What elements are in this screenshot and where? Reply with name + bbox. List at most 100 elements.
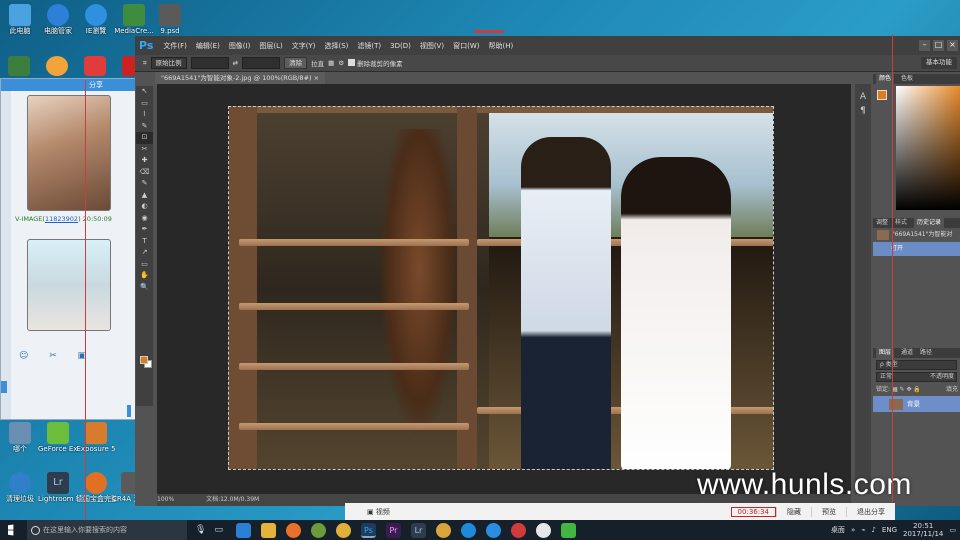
straighten-button[interactable]: 拉直 (311, 58, 324, 68)
minimize-button[interactable]: – (919, 40, 930, 51)
preview-button[interactable]: 预览 (811, 506, 846, 517)
crop-tool-icon[interactable]: ⌗ (143, 59, 147, 68)
history-item-open[interactable]: 打开 (873, 242, 960, 256)
healing-tool-icon[interactable]: ✚ (136, 155, 153, 167)
desktop-icon-box[interactable]: 德国宝盒完整版 (76, 472, 116, 503)
desktop-icon-geforce[interactable]: GeForce Experience (38, 422, 78, 453)
desktop-label[interactable]: 桌面 (831, 525, 845, 535)
color-fg-swatch[interactable] (877, 90, 887, 100)
menu-edit[interactable]: 编辑(E) (196, 41, 220, 51)
document-photo[interactable] (228, 106, 774, 470)
tab-history[interactable]: 历史记录 (914, 218, 945, 228)
history-snapshot[interactable]: "669A1541"为智能对 (873, 228, 960, 242)
move-tool-icon[interactable]: ↖ (136, 86, 153, 98)
desktop-icon-psd-file[interactable]: 9.psd (150, 4, 190, 35)
video-tab[interactable]: ▣ 视频 (367, 507, 390, 517)
menu-view[interactable]: 视图(V) (420, 41, 444, 51)
music-icon[interactable] (510, 522, 526, 538)
menu-help[interactable]: 帮助(H) (488, 41, 513, 51)
network-icon[interactable]: ⌁ (861, 526, 865, 534)
zoom-level[interactable]: 100% (157, 496, 174, 503)
send-button[interactable] (127, 405, 131, 417)
edge-icon[interactable] (235, 522, 251, 538)
desktop-icon-exposure[interactable]: Exposure 5 (76, 422, 116, 453)
crop-tool-icon[interactable]: ⊡ (136, 132, 153, 144)
gear-icon[interactable]: ⚙ (338, 59, 344, 67)
blur-tool-icon[interactable]: ▲ (136, 190, 153, 202)
grid-overlay-icon[interactable]: ▦ (328, 59, 334, 67)
desktop-icon-lightroom[interactable]: Lr Lightroom 5.7 64 位 (38, 472, 78, 503)
desktop-icon-cleaner[interactable]: 清理垃圾 (0, 472, 40, 503)
hand-tool-icon[interactable]: ✋ (136, 270, 153, 282)
task-view-icon[interactable]: ▭ (214, 525, 223, 535)
path-select-tool-icon[interactable]: ↗ (136, 247, 153, 259)
type-tool-icon[interactable]: T (136, 236, 153, 248)
menu-select[interactable]: 选择(S) (324, 41, 348, 51)
delete-cropped-checkbox[interactable]: 删除裁剪的像素 (348, 58, 403, 68)
photoshop-taskbar-icon[interactable]: Ps (360, 522, 376, 538)
workspace-select[interactable]: 基本功能 (921, 57, 957, 69)
eraser-tool-icon[interactable]: ⌫ (136, 167, 153, 179)
lasso-tool-icon[interactable]: ⌇ (136, 109, 153, 121)
qq-icon[interactable] (485, 522, 501, 538)
eyedropper-tool-icon[interactable]: ✂ (136, 144, 153, 156)
chat-image-2[interactable] (27, 239, 111, 331)
ime-indicator[interactable]: ENG (882, 526, 897, 534)
chat-image-1[interactable] (27, 95, 111, 211)
chat-icon[interactable] (535, 522, 551, 538)
clock[interactable]: 20:51 2017/11/14 (903, 522, 943, 538)
character-panel-icon[interactable]: A (855, 92, 871, 102)
tab-swatches[interactable]: 色板 (901, 74, 913, 84)
premiere-icon[interactable]: Pr (385, 522, 401, 538)
maximize-button[interactable]: □ (933, 40, 944, 51)
windows-start-icon[interactable] (8, 524, 14, 536)
desktop-icon-browser[interactable]: IE瀏覽 (76, 4, 116, 35)
volume-icon[interactable]: ♪ (871, 526, 875, 534)
wechat-icon[interactable] (560, 522, 576, 538)
hide-button[interactable]: 隐藏 (776, 506, 811, 517)
marquee-tool-icon[interactable]: ▭ (136, 98, 153, 110)
store-icon[interactable] (310, 522, 326, 538)
paragraph-panel-icon[interactable]: ¶ (855, 106, 871, 116)
notification-icon[interactable]: ▭ (949, 526, 956, 534)
app-icon[interactable] (46, 56, 68, 76)
stamp-tool-icon[interactable]: ◉ (136, 213, 153, 225)
taskbar-search[interactable]: 在这里输入你要搜索的内容 (27, 520, 187, 540)
exit-share-button[interactable]: 退出分享 (846, 506, 895, 517)
brush-tool-icon[interactable]: ✎ (136, 178, 153, 190)
firefox-icon[interactable] (285, 522, 301, 538)
menu-3d[interactable]: 3D(D) (390, 42, 411, 50)
app-icon[interactable] (84, 56, 106, 76)
zoom-tool-icon[interactable]: 🔍 (136, 282, 153, 294)
tab-styles[interactable]: 样式 (895, 218, 907, 228)
layer-filter-select[interactable]: ρ 类型 (876, 360, 957, 370)
blend-mode-select[interactable]: 正常 不透明度 (876, 372, 957, 382)
width-field[interactable] (190, 57, 229, 69)
menu-file[interactable]: 文件(F) (163, 41, 187, 51)
pen-tool-icon[interactable]: ✒ (136, 224, 153, 236)
chrome-icon[interactable] (435, 522, 451, 538)
tab-channels[interactable]: 通道 (901, 348, 913, 358)
document-tab[interactable]: "669A1541"为智能对象-2.jpg @ 100%(RGB/8#) × (155, 72, 326, 84)
app-icon[interactable] (122, 56, 136, 76)
microphone-icon[interactable]: 🎙 (195, 525, 206, 535)
menu-layer[interactable]: 图层(L) (259, 41, 282, 51)
chat-toolbar[interactable]: ☺ ✂ ▣ (19, 351, 95, 361)
file-explorer-icon[interactable] (260, 522, 276, 538)
tab-paths[interactable]: 路径 (920, 348, 932, 358)
menu-window[interactable]: 窗口(W) (453, 41, 479, 51)
chrome-icon[interactable] (335, 522, 351, 538)
clear-button[interactable]: 清除 (284, 57, 308, 69)
app-icon[interactable] (8, 56, 30, 76)
menu-filter[interactable]: 滤镜(T) (357, 41, 381, 51)
quick-select-tool-icon[interactable]: ✎ (136, 121, 153, 133)
foreground-color-swatch[interactable] (140, 356, 148, 364)
height-field[interactable] (242, 57, 281, 69)
ratio-select[interactable]: 原始比例 (150, 57, 187, 69)
menu-type[interactable]: 文字(Y) (292, 41, 316, 51)
desktop-icon-pc-manager[interactable]: 电脑管家 (38, 4, 78, 35)
chat-sender-link[interactable]: 11823902 (45, 215, 78, 223)
desktop-icon-this-pc[interactable]: 此电脑 (0, 4, 40, 35)
tab-adjustments[interactable]: 调整 (876, 218, 888, 228)
shape-tool-icon[interactable]: ▭ (136, 259, 153, 271)
